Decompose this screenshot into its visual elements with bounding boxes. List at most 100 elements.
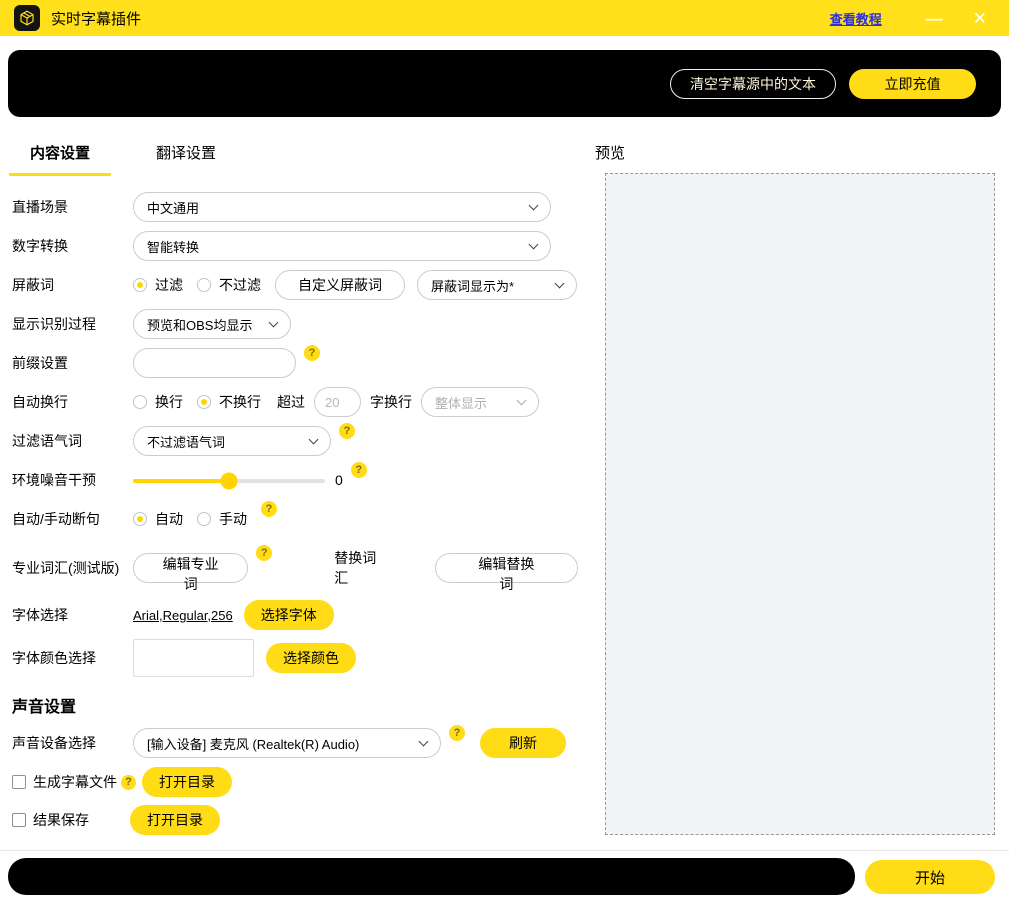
- radio-no-wrap[interactable]: 不换行: [197, 392, 261, 412]
- preview-label: 预览: [595, 142, 625, 163]
- open-result-dir-button[interactable]: 打开目录: [130, 805, 220, 835]
- status-bar: [8, 858, 855, 895]
- open-subtitle-dir-button[interactable]: 打开目录: [142, 767, 232, 797]
- chevron-down-icon: [517, 395, 527, 405]
- noise-slider-fill: [133, 479, 229, 483]
- edit-replace-vocab-button[interactable]: 编辑替换词: [435, 553, 578, 583]
- noise-slider[interactable]: [133, 479, 325, 483]
- row-result-save: 结果保存 打开目录: [12, 805, 578, 835]
- settings-tabs: 内容设置 翻译设置: [0, 142, 578, 176]
- replace-vocab-label: 替换词汇: [334, 548, 389, 588]
- app-logo-cube-icon: [14, 5, 40, 31]
- row-noise: 环境噪音干预 0 ?: [12, 465, 578, 495]
- chevron-down-icon: [529, 200, 539, 210]
- number-convert-select[interactable]: 智能转换: [133, 231, 551, 261]
- auto-wrap-label: 自动换行: [12, 392, 133, 412]
- help-icon[interactable]: ?: [449, 725, 465, 741]
- edit-pro-vocab-button[interactable]: 编辑专业词: [133, 553, 248, 583]
- row-font-color: 字体颜色选择 选择颜色: [12, 639, 578, 677]
- live-scene-select[interactable]: 中文通用: [133, 192, 551, 222]
- preview-area: [605, 173, 995, 835]
- row-font-select: 字体选择 Arial,Regular,256 选择字体: [12, 600, 578, 630]
- chevron-down-icon: [555, 278, 565, 288]
- result-save-label: 结果保存: [33, 810, 89, 830]
- radio-wrap-label: 换行: [155, 392, 183, 412]
- result-save-checkbox[interactable]: [12, 813, 26, 827]
- font-color-input[interactable]: [133, 639, 254, 677]
- choose-font-button[interactable]: 选择字体: [244, 600, 334, 630]
- tab-translation-settings[interactable]: 翻译设置: [135, 142, 237, 176]
- noise-label: 环境噪音干预: [12, 470, 133, 490]
- row-vocab: 专业词汇(测试版) 编辑专业词 ? 替换词汇 编辑替换词: [12, 548, 578, 588]
- help-icon[interactable]: ?: [339, 423, 355, 439]
- radio-auto-break[interactable]: 自动: [133, 509, 183, 529]
- number-convert-value: 智能转换: [147, 237, 522, 256]
- radio-no-filter-label: 不过滤: [219, 275, 261, 295]
- exceed-label: 超过: [277, 392, 305, 412]
- wrap-suffix-label: 字换行: [370, 392, 412, 412]
- sound-device-value: [输入设备] 麦克风 (Realtek(R) Audio): [147, 734, 412, 753]
- close-icon[interactable]: ✕: [973, 10, 987, 27]
- choose-color-button[interactable]: 选择颜色: [266, 643, 356, 673]
- refresh-device-button[interactable]: 刷新: [480, 728, 566, 758]
- tutorial-link[interactable]: 查看教程: [830, 9, 882, 28]
- footer-divider: [0, 850, 1009, 851]
- radio-filter-label: 过滤: [155, 275, 183, 295]
- noise-slider-thumb[interactable]: [221, 473, 238, 490]
- row-recognition-display: 显示识别过程 预览和OBS均显示: [12, 309, 578, 339]
- help-icon[interactable]: ?: [304, 345, 320, 361]
- help-icon[interactable]: ?: [121, 775, 136, 790]
- current-font-link[interactable]: Arial,Regular,256: [133, 608, 233, 623]
- recognition-display-select[interactable]: 预览和OBS均显示: [133, 309, 291, 339]
- radio-auto-break-label: 自动: [155, 509, 183, 529]
- radio-manual-break-icon[interactable]: [197, 512, 211, 526]
- recognition-display-label: 显示识别过程: [12, 314, 133, 334]
- sound-device-select[interactable]: [输入设备] 麦克风 (Realtek(R) Audio): [133, 728, 441, 758]
- help-icon[interactable]: ?: [256, 545, 272, 561]
- live-scene-label: 直播场景: [12, 197, 133, 217]
- clear-subtitle-text-button[interactable]: 清空字幕源中的文本: [670, 69, 836, 99]
- radio-wrap-icon[interactable]: [133, 395, 147, 409]
- row-blocked-words: 屏蔽词 过滤 不过滤 自定义屏蔽词 屏蔽词显示为*: [12, 270, 578, 300]
- start-button[interactable]: 开始: [865, 860, 995, 894]
- tab-content-settings[interactable]: 内容设置: [9, 142, 111, 176]
- prefix-input[interactable]: [133, 348, 296, 378]
- font-select-label: 字体选择: [12, 605, 133, 625]
- sound-settings-heading: 声音设置: [12, 693, 578, 717]
- row-auto-wrap: 自动换行 换行 不换行 超过 字换行 整体显示: [12, 387, 578, 417]
- row-sentence-break: 自动/手动断句 自动 手动 ?: [12, 504, 578, 534]
- help-icon[interactable]: ?: [351, 462, 367, 478]
- row-subtitle-file: 生成字幕文件 ? 打开目录: [12, 767, 578, 797]
- chevron-down-icon: [529, 239, 539, 249]
- radio-manual-break-label: 手动: [219, 509, 247, 529]
- number-convert-label: 数字转换: [12, 236, 133, 256]
- row-filter-modal-words: 过滤语气词 不过滤语气词 ?: [12, 426, 578, 456]
- help-icon[interactable]: ?: [261, 501, 277, 517]
- subtitle-file-checkbox[interactable]: [12, 775, 26, 789]
- radio-wrap[interactable]: 换行: [133, 392, 183, 412]
- radio-no-wrap-icon[interactable]: [197, 395, 211, 409]
- font-color-label: 字体颜色选择: [12, 648, 133, 668]
- custom-blocked-words-button[interactable]: 自定义屏蔽词: [275, 270, 405, 300]
- radio-filter[interactable]: 过滤: [133, 275, 183, 295]
- pro-vocab-label: 专业词汇(测试版): [12, 558, 133, 578]
- sentence-break-label: 自动/手动断句: [12, 509, 133, 529]
- radio-auto-break-icon[interactable]: [133, 512, 147, 526]
- app-title: 实时字幕插件: [51, 8, 141, 29]
- chevron-down-icon: [419, 736, 429, 746]
- blocked-words-display-select[interactable]: 屏蔽词显示为*: [417, 270, 577, 300]
- wrap-chars-input[interactable]: [314, 387, 361, 417]
- minimize-icon[interactable]: —: [926, 10, 943, 27]
- filter-modal-words-select[interactable]: 不过滤语气词: [133, 426, 331, 456]
- radio-no-filter-icon[interactable]: [197, 278, 211, 292]
- radio-filter-icon[interactable]: [133, 278, 147, 292]
- filter-modal-words-value: 不过滤语气词: [147, 432, 302, 451]
- recharge-button[interactable]: 立即充值: [849, 69, 976, 99]
- subtitle-source-banner: 清空字幕源中的文本 立即充值: [8, 50, 1001, 117]
- blocked-words-label: 屏蔽词: [12, 275, 133, 295]
- wrap-display-mode-value: 整体显示: [435, 393, 510, 412]
- radio-no-filter[interactable]: 不过滤: [197, 275, 261, 295]
- radio-manual-break[interactable]: 手动: [197, 509, 247, 529]
- wrap-display-mode-select[interactable]: 整体显示: [421, 387, 539, 417]
- filter-modal-words-label: 过滤语气词: [12, 431, 133, 451]
